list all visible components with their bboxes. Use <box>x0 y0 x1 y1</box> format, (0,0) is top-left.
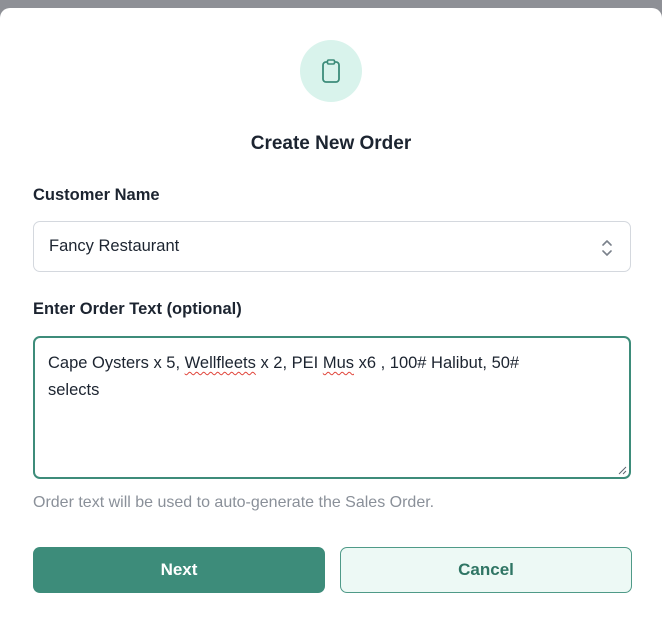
order-text-segment: Cape Oysters x 5, <box>48 354 185 372</box>
next-button[interactable]: Next <box>33 547 325 593</box>
customer-name-select[interactable]: Fancy Restaurant <box>33 221 631 272</box>
order-text-label: Enter Order Text (optional) <box>33 300 242 318</box>
dialog-title: Create New Order <box>250 133 412 154</box>
resize-grip-icon[interactable] <box>617 465 627 475</box>
order-text-input[interactable]: Cape Oysters x 5, Wellfleets x 2, PEI Mu… <box>33 336 631 479</box>
order-text-segment: x 2, PEI <box>255 354 323 372</box>
order-text-misspelled-word: Wellfleets <box>184 354 256 372</box>
order-text-misspelled-word: Mus <box>322 354 354 372</box>
customer-name-label: Customer Name <box>33 186 160 204</box>
select-chevrons-icon <box>602 240 612 256</box>
customer-name-selected-value: Fancy Restaurant <box>49 237 180 255</box>
clipboard-icon <box>322 59 340 83</box>
dialog-icon-badge <box>300 40 362 102</box>
order-text-value: Cape Oysters x 5, Wellfleets x 2, PEI Mu… <box>48 350 608 404</box>
create-order-dialog: Create New Order Customer Name Fancy Res… <box>0 8 662 618</box>
cancel-button[interactable]: Cancel <box>340 547 632 593</box>
order-text-hint: Order text will be used to auto-generate… <box>33 494 435 511</box>
